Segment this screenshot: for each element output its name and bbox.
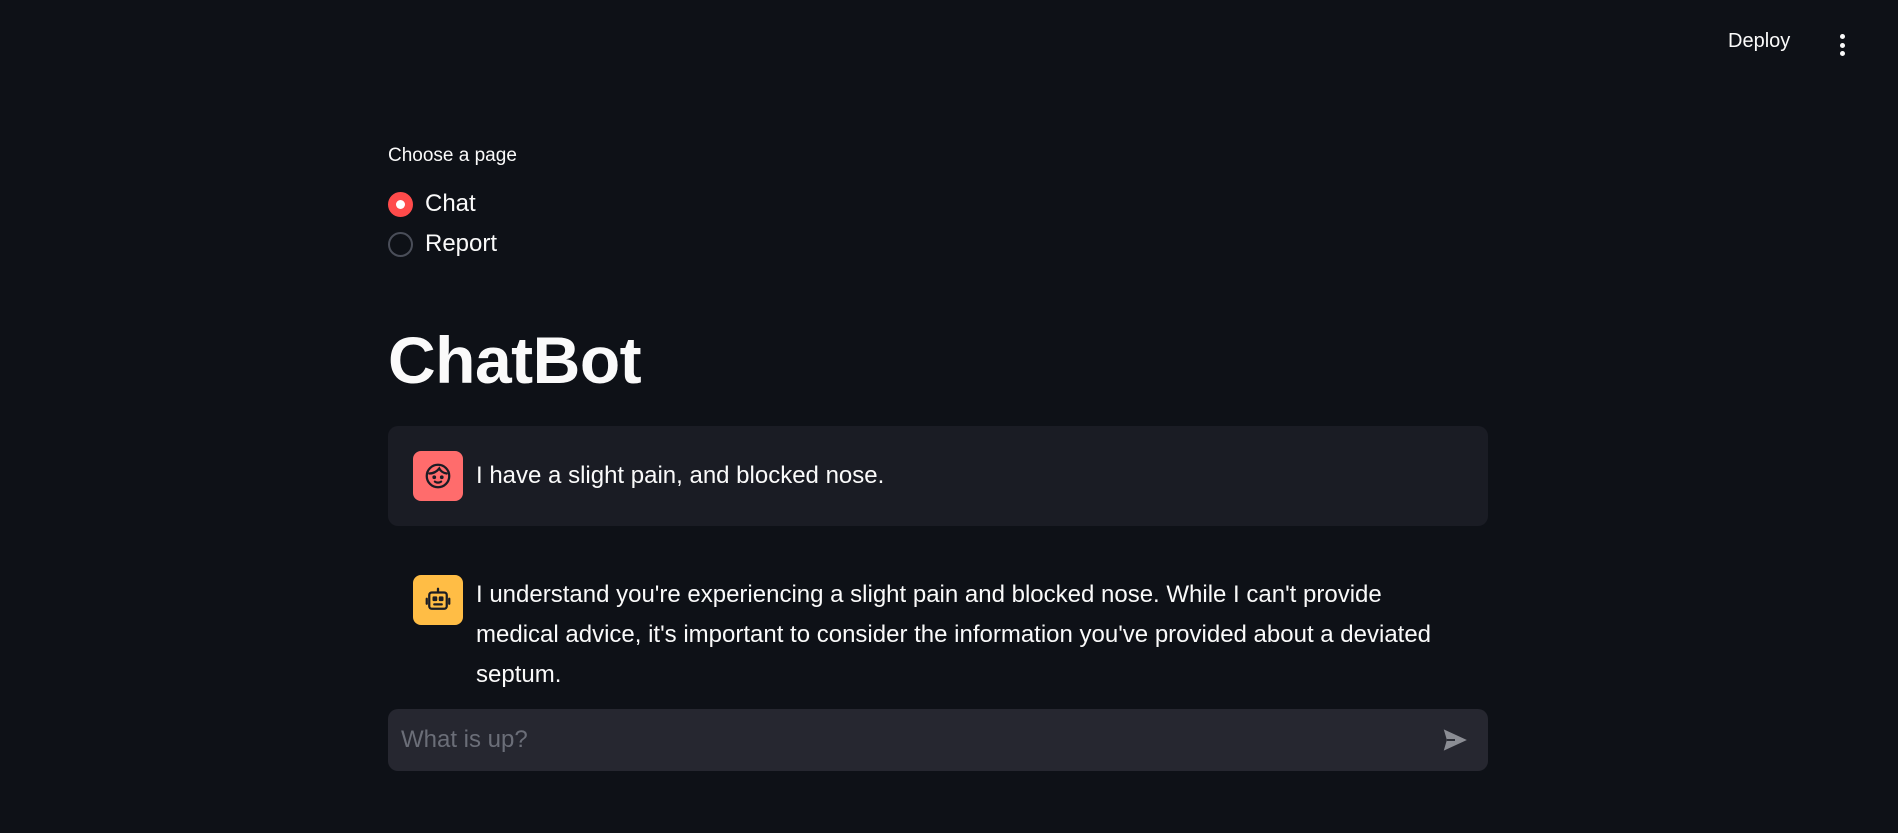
chat-message-assistant: I understand you're experiencing a sligh…	[388, 550, 1488, 688]
chat-input-container	[388, 709, 1488, 771]
message-text: I understand you're experiencing a sligh…	[476, 581, 1432, 688]
radio-option-report[interactable]: Report	[388, 230, 497, 258]
radio-unselected-icon[interactable]	[388, 231, 413, 257]
user-face-icon	[413, 451, 463, 501]
chat-message-user: I have a slight pain, and blocked nose.	[388, 426, 1488, 526]
page-selector-label: Choose a page	[388, 145, 517, 166]
radio-option-label: Report	[425, 230, 498, 257]
message-text: I have a slight pain, and blocked nose.	[476, 462, 885, 489]
robot-icon	[413, 575, 463, 625]
radio-option-chat[interactable]: Chat	[388, 190, 476, 218]
radio-option-label: Chat	[425, 190, 476, 217]
chat-input[interactable]	[388, 709, 1418, 771]
kebab-menu-icon[interactable]	[1830, 32, 1854, 58]
deploy-button[interactable]: Deploy	[1724, 30, 1794, 53]
send-icon[interactable]	[1438, 723, 1472, 757]
top-toolbar: Deploy	[0, 0, 1898, 90]
radio-selected-icon[interactable]	[388, 191, 413, 217]
page-title: ChatBot	[388, 323, 642, 397]
